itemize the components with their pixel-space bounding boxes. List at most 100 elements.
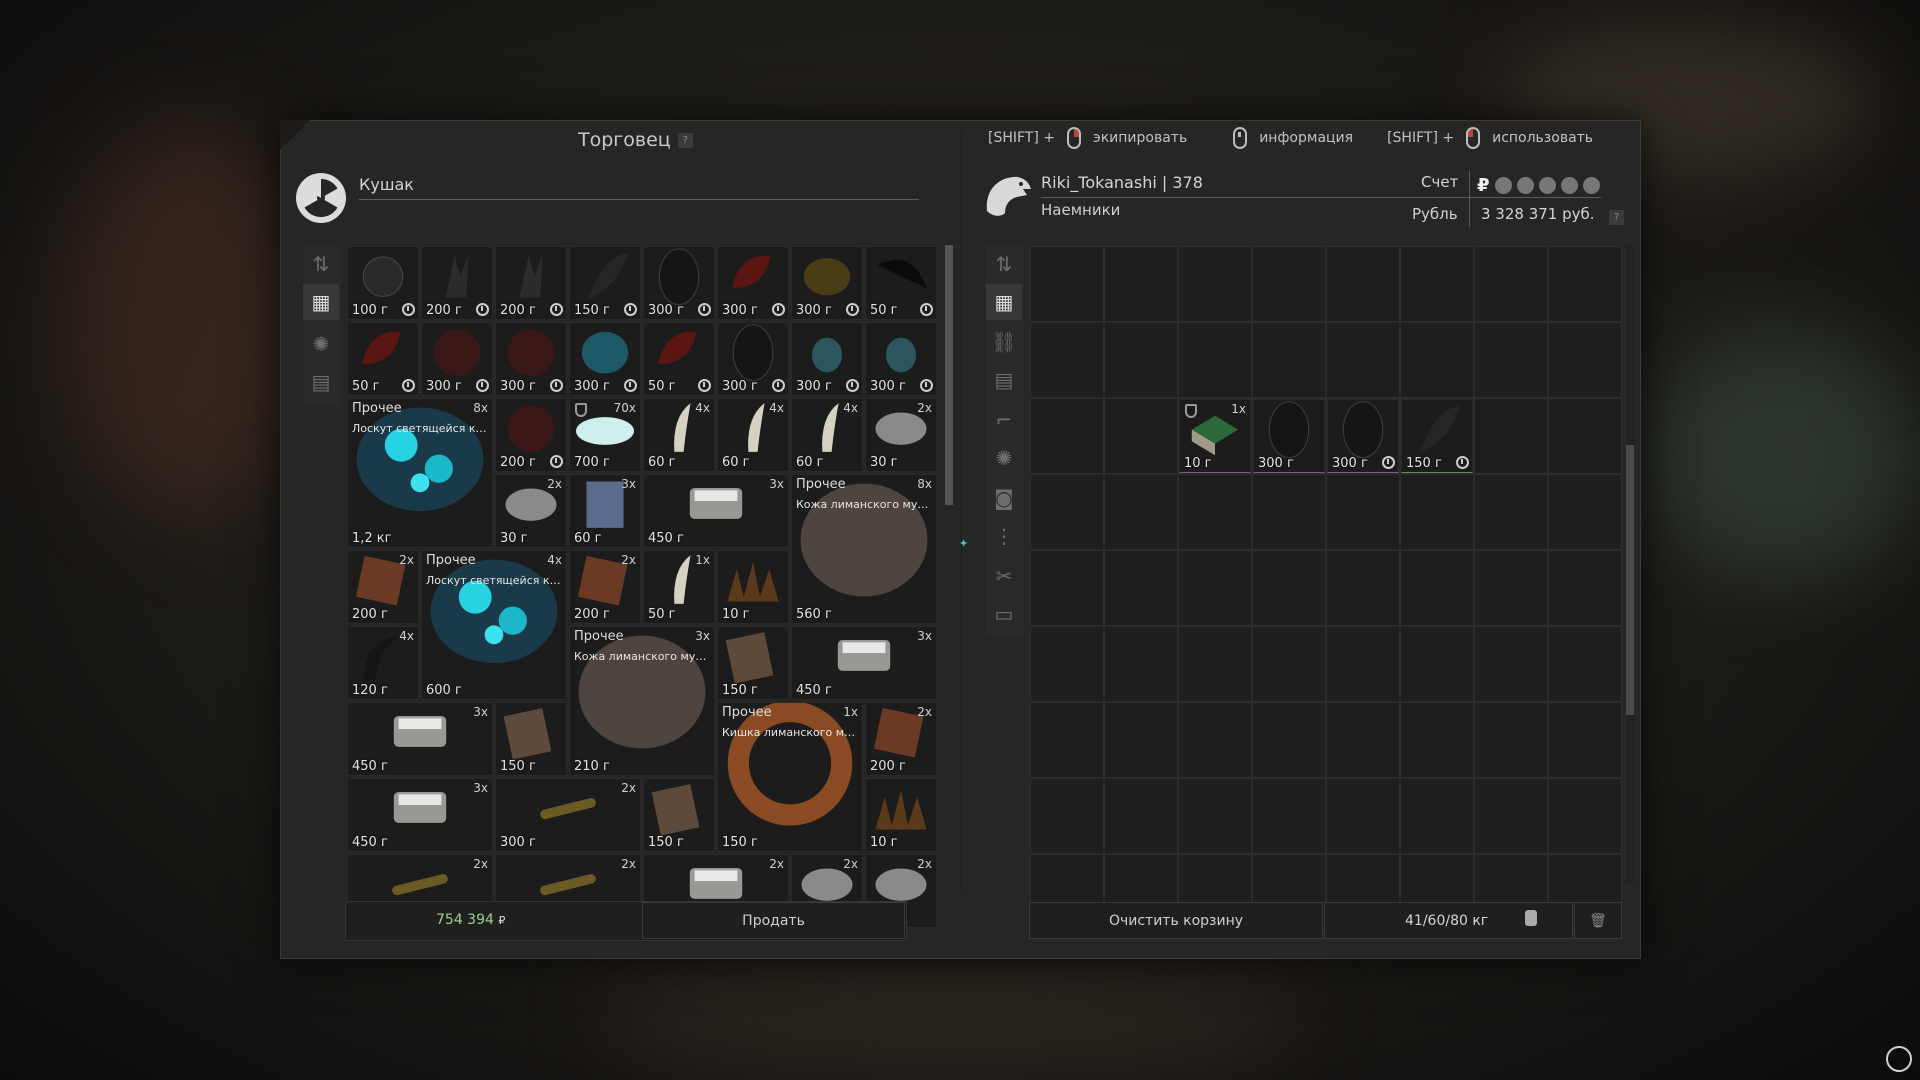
empty-cart-cell[interactable] — [1326, 246, 1400, 322]
grid-view-icon[interactable]: ▦ — [303, 284, 339, 320]
item-slot[interactable]: 150 г — [495, 702, 567, 776]
empty-cart-cell[interactable] — [1178, 322, 1252, 398]
empty-cart-cell[interactable] — [1474, 626, 1548, 702]
item-slot[interactable]: 150 г — [717, 626, 789, 700]
empty-cart-cell[interactable] — [1474, 322, 1548, 398]
splitter-handle[interactable]: ✦ — [959, 537, 968, 550]
misc-filter-icon[interactable]: ▭ — [986, 596, 1022, 632]
item-slot[interactable]: Прочее Лоскут светящейся кож... 8x 1,2 кг — [347, 398, 493, 548]
item-slot[interactable]: 100 г — [347, 246, 419, 320]
item-slot[interactable]: 150 г — [1401, 399, 1473, 473]
key-currency-icon[interactable] — [1582, 177, 1600, 194]
grid-view-icon[interactable]: ▦ — [986, 284, 1022, 320]
empty-cart-cell[interactable] — [1030, 322, 1104, 398]
armor-filter-icon[interactable]: ▤ — [986, 362, 1022, 398]
empty-cart-cell[interactable] — [1104, 702, 1178, 778]
badge-currency-icon[interactable] — [1560, 177, 1578, 194]
empty-cart-cell[interactable] — [1178, 474, 1252, 550]
empty-cart-cell[interactable] — [1252, 702, 1326, 778]
empty-cart-cell[interactable] — [1548, 626, 1622, 702]
empty-cart-cell[interactable] — [1400, 474, 1474, 550]
empty-cart-cell[interactable] — [1548, 474, 1622, 550]
tools-filter-icon[interactable]: ✂ — [986, 558, 1022, 594]
empty-cart-cell[interactable] — [1252, 474, 1326, 550]
item-slot[interactable]: 300 г — [569, 322, 641, 396]
empty-cart-cell[interactable] — [1548, 550, 1622, 626]
artifact-filter-icon[interactable]: ✺ — [986, 440, 1022, 476]
claw-currency-icon[interactable] — [1516, 177, 1534, 194]
empty-cart-cell[interactable] — [1400, 702, 1474, 778]
balance-help-icon[interactable]: ? — [1609, 207, 1624, 226]
item-slot[interactable]: 200 г — [495, 246, 567, 320]
empty-cart-cell[interactable] — [1474, 246, 1548, 322]
empty-cart-cell[interactable] — [1548, 778, 1622, 854]
empty-cart-cell[interactable] — [1252, 626, 1326, 702]
item-slot[interactable]: 50 г — [643, 322, 715, 396]
empty-cart-cell[interactable] — [1400, 778, 1474, 854]
empty-cart-cell[interactable] — [1326, 550, 1400, 626]
empty-cart-cell[interactable] — [1030, 778, 1104, 854]
empty-cart-cell[interactable] — [1326, 778, 1400, 854]
empty-cart-cell[interactable] — [1030, 550, 1104, 626]
trash-icon[interactable]: 🗑 — [1574, 902, 1622, 939]
empty-cart-cell[interactable] — [1252, 246, 1326, 322]
item-slot[interactable]: 300 г — [717, 322, 789, 396]
item-slot[interactable]: 70x 700 г — [569, 398, 641, 472]
item-slot[interactable]: 3x 450 г — [347, 702, 493, 776]
empty-cart-cell[interactable] — [1030, 474, 1104, 550]
item-slot[interactable]: 300 г — [791, 246, 863, 320]
trader-scrollbar[interactable] — [945, 245, 953, 505]
sort-icon[interactable]: ⇅ — [986, 246, 1022, 282]
item-slot[interactable]: 1x 10 г — [1179, 399, 1251, 473]
empty-cart-cell[interactable] — [1326, 322, 1400, 398]
empty-cart-cell[interactable] — [1400, 626, 1474, 702]
item-slot[interactable]: 10 г — [865, 778, 937, 852]
item-slot[interactable]: 10 г — [717, 550, 789, 624]
empty-cart-cell[interactable] — [1104, 246, 1178, 322]
empty-cart-cell[interactable] — [1104, 398, 1178, 474]
empty-cart-cell[interactable] — [1400, 550, 1474, 626]
empty-cart-cell[interactable] — [1030, 246, 1104, 322]
empty-cart-cell[interactable] — [1548, 246, 1622, 322]
empty-cart-cell[interactable] — [1178, 550, 1252, 626]
item-slot[interactable]: 1x 50 г — [643, 550, 715, 624]
empty-cart-cell[interactable] — [1400, 322, 1474, 398]
sell-button[interactable]: Продать — [642, 902, 905, 939]
item-slot[interactable]: 50 г — [347, 322, 419, 396]
gear-currency-icon[interactable] — [1494, 177, 1512, 194]
empty-cart-cell[interactable] — [1474, 778, 1548, 854]
clear-cart-button[interactable]: Очистить корзину — [1029, 902, 1323, 939]
empty-cart-cell[interactable] — [1474, 398, 1548, 474]
weapon-filter-icon[interactable]: ⌐ — [986, 402, 1022, 438]
empty-cart-cell[interactable] — [1104, 778, 1178, 854]
item-slot[interactable]: 2x 300 г — [495, 778, 641, 852]
item-slot[interactable]: 2x 30 г — [865, 398, 937, 472]
item-slot[interactable]: 50 г — [865, 246, 937, 320]
help-icon[interactable]: ? — [677, 133, 693, 148]
empty-cart-cell[interactable] — [1326, 474, 1400, 550]
item-slot[interactable]: 4x 120 г — [347, 626, 419, 700]
item-slot[interactable]: 2x 200 г — [865, 702, 937, 776]
empty-cart-cell[interactable] — [1548, 398, 1622, 474]
item-slot[interactable]: 2x 200 г — [347, 550, 419, 624]
item-slot[interactable]: 3x 60 г — [569, 474, 641, 548]
link-icon[interactable]: ⛓ — [986, 324, 1022, 360]
empty-cart-cell[interactable] — [1104, 322, 1178, 398]
empty-cart-cell[interactable] — [1400, 246, 1474, 322]
item-slot[interactable]: 4x 60 г — [791, 398, 863, 472]
empty-cart-cell[interactable] — [1104, 474, 1178, 550]
item-slot[interactable]: Прочее Лоскут светящейся кож... 4x 600 г — [421, 550, 567, 700]
container-filter-icon[interactable]: ▤ — [303, 364, 339, 400]
token-currency-icon[interactable] — [1538, 177, 1556, 194]
empty-cart-cell[interactable] — [1178, 702, 1252, 778]
empty-cart-cell[interactable] — [1178, 246, 1252, 322]
item-slot[interactable]: 3x 450 г — [643, 474, 789, 548]
item-slot[interactable]: 200 г — [495, 398, 567, 472]
empty-cart-cell[interactable] — [1252, 778, 1326, 854]
empty-cart-cell[interactable] — [1474, 702, 1548, 778]
empty-cart-cell[interactable] — [1326, 626, 1400, 702]
empty-cart-cell[interactable] — [1252, 550, 1326, 626]
cart-scrollbar[interactable] — [1626, 445, 1634, 715]
item-slot[interactable]: 300 г — [1327, 399, 1399, 473]
ammo-filter-icon[interactable]: ⋮ — [986, 518, 1022, 554]
